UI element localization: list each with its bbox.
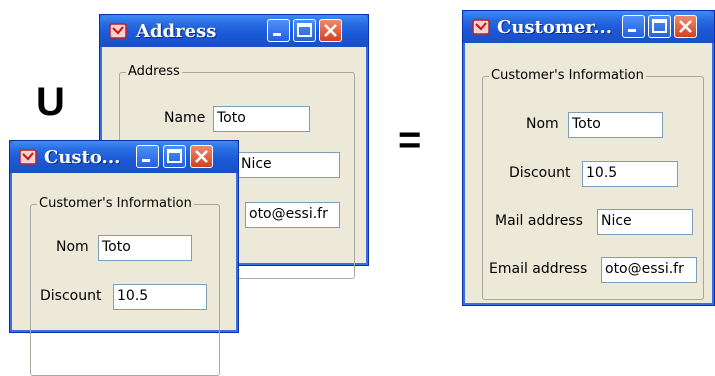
mail-address-label: Mail address	[495, 213, 583, 229]
minimize-icon	[273, 33, 281, 36]
maximize-icon	[167, 149, 182, 163]
address-window-title: Address	[136, 21, 217, 42]
name-label: Name	[164, 110, 206, 126]
mail-address-field[interactable]: Nice	[597, 209, 693, 235]
minimize-button[interactable]	[267, 19, 290, 42]
minimize-button[interactable]	[136, 145, 159, 168]
email-address-label: Email address	[489, 261, 588, 277]
nom-label: Nom	[526, 116, 559, 132]
minimize-icon	[628, 29, 636, 32]
maximize-button[interactable]	[648, 15, 671, 38]
maximize-button[interactable]	[293, 19, 316, 42]
discount-field[interactable]: 10.5	[113, 284, 207, 310]
maximize-button[interactable]	[163, 145, 186, 168]
close-button[interactable]	[319, 19, 342, 42]
customer-small-window-titlebar[interactable]: Custo...	[10, 141, 238, 173]
customer-result-window-body: Customer's Information Nom Toto Discount…	[466, 43, 711, 302]
email-field[interactable]: oto@essi.fr	[245, 202, 340, 228]
city-field[interactable]: Nice	[237, 152, 340, 178]
close-icon	[679, 20, 692, 33]
close-button[interactable]	[190, 145, 213, 168]
address-window-titlebar[interactable]: Address	[100, 15, 368, 47]
app-icon	[109, 23, 127, 39]
minimize-icon	[142, 159, 150, 162]
address-group-title: Address	[126, 64, 182, 79]
app-icon	[472, 19, 490, 35]
nom-label: Nom	[56, 239, 89, 255]
customer-small-window: Custo... Customer's Information Nom Toto…	[9, 140, 239, 376]
equals-operator: =	[398, 118, 422, 162]
customer-info-group-title: Customer's Information	[489, 68, 646, 83]
nom-field[interactable]: Toto	[98, 235, 192, 261]
close-icon	[195, 150, 208, 163]
customer-result-window-titlebar[interactable]: Customer...	[463, 11, 714, 43]
nom-field[interactable]: Toto	[568, 112, 663, 138]
close-icon	[324, 24, 337, 37]
maximize-icon	[652, 19, 667, 33]
customer-small-window-body: Customer's Information Nom Toto Discount…	[13, 173, 235, 376]
name-field[interactable]: Toto	[213, 106, 310, 132]
customer-info-group-title: Customer's Information	[37, 196, 194, 211]
minimize-button[interactable]	[622, 15, 645, 38]
discount-field[interactable]: 10.5	[582, 161, 678, 187]
discount-label: Discount	[509, 165, 571, 181]
app-icon	[19, 149, 37, 165]
maximize-icon	[297, 23, 312, 37]
customer-result-window: Customer... Customer's Information Nom T…	[462, 10, 715, 306]
customer-small-window-title: Custo...	[44, 147, 121, 168]
close-button[interactable]	[674, 15, 697, 38]
discount-label: Discount	[40, 288, 102, 304]
customer-result-window-title: Customer...	[497, 17, 612, 38]
email-address-field[interactable]: oto@essi.fr	[601, 257, 697, 283]
union-operator: U	[36, 80, 65, 124]
